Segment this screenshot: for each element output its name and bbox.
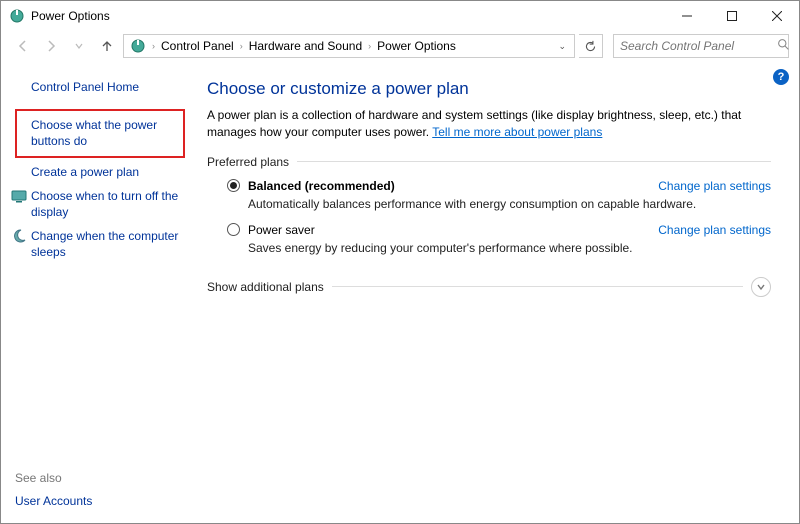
chevron-down-icon[interactable] <box>751 277 771 297</box>
show-additional-plans-row[interactable]: Show additional plans <box>207 277 771 297</box>
maximize-button[interactable] <box>709 1 754 31</box>
content: ? Control Panel Home Choose what the pow… <box>1 65 799 523</box>
balanced-plan-name[interactable]: Balanced (recommended) <box>248 179 658 193</box>
breadcrumb-item[interactable]: Power Options <box>373 39 460 53</box>
show-additional-label: Show additional plans <box>207 280 324 294</box>
preferred-plans-label: Preferred plans <box>207 155 289 169</box>
power-saver-change-settings-link[interactable]: Change plan settings <box>658 223 771 237</box>
turn-off-display-link[interactable]: Choose when to turn off the display <box>15 184 185 224</box>
power-saver-plan-desc: Saves energy by reducing your computer's… <box>227 237 771 255</box>
choose-power-buttons-link[interactable]: Choose what the power buttons do <box>15 109 185 157</box>
power-saver-radio[interactable] <box>227 223 240 236</box>
minimize-button[interactable] <box>664 1 709 31</box>
main-panel: Choose or customize a power plan A power… <box>197 65 799 523</box>
user-accounts-link[interactable]: User Accounts <box>15 489 185 513</box>
divider <box>332 286 743 287</box>
page-heading: Choose or customize a power plan <box>207 79 771 99</box>
forward-button[interactable] <box>39 34 63 58</box>
moon-icon <box>11 228 27 244</box>
divider <box>297 161 771 162</box>
window-controls <box>664 1 799 31</box>
chevron-right-icon[interactable]: › <box>366 41 373 51</box>
search-box[interactable] <box>613 34 789 58</box>
back-button[interactable] <box>11 34 35 58</box>
up-button[interactable] <box>95 34 119 58</box>
plan-power-saver: Power saver Change plan settings Saves e… <box>207 223 771 267</box>
display-icon <box>11 188 27 204</box>
page-description: A power plan is a collection of hardware… <box>207 107 771 141</box>
recent-dropdown[interactable] <box>67 34 91 58</box>
power-options-icon <box>130 38 146 54</box>
balanced-radio[interactable] <box>227 179 240 192</box>
sidebar: Control Panel Home Choose what the power… <box>1 65 197 523</box>
refresh-button[interactable] <box>579 34 603 58</box>
address-dropdown[interactable]: ⌄ <box>552 41 572 52</box>
change-sleep-link[interactable]: Change when the computer sleeps <box>15 224 185 264</box>
help-icon[interactable]: ? <box>773 69 789 85</box>
close-button[interactable] <box>754 1 799 31</box>
breadcrumb-item[interactable]: Control Panel <box>157 39 238 53</box>
control-panel-home-link[interactable]: Control Panel Home <box>15 75 185 99</box>
search-icon[interactable] <box>777 38 790 54</box>
power-saver-plan-name[interactable]: Power saver <box>248 223 658 237</box>
titlebar: Power Options <box>1 1 799 31</box>
chevron-right-icon[interactable]: › <box>238 41 245 51</box>
learn-more-link[interactable]: Tell me more about power plans <box>432 125 602 139</box>
create-power-plan-link[interactable]: Create a power plan <box>15 160 185 184</box>
plan-balanced: Balanced (recommended) Change plan setti… <box>207 179 771 223</box>
search-input[interactable] <box>620 39 777 53</box>
window-title: Power Options <box>31 9 664 23</box>
power-options-icon <box>9 8 25 24</box>
see-also-label: See also <box>15 467 185 489</box>
preferred-plans-group: Preferred plans Balanced (recommended) C… <box>207 155 771 267</box>
address-bar[interactable]: › Control Panel › Hardware and Sound › P… <box>123 34 575 58</box>
breadcrumb-item[interactable]: Hardware and Sound <box>245 39 366 53</box>
chevron-right-icon[interactable]: › <box>150 41 157 51</box>
navbar: › Control Panel › Hardware and Sound › P… <box>1 31 799 65</box>
balanced-change-settings-link[interactable]: Change plan settings <box>658 179 771 193</box>
balanced-plan-desc: Automatically balances performance with … <box>227 193 771 211</box>
